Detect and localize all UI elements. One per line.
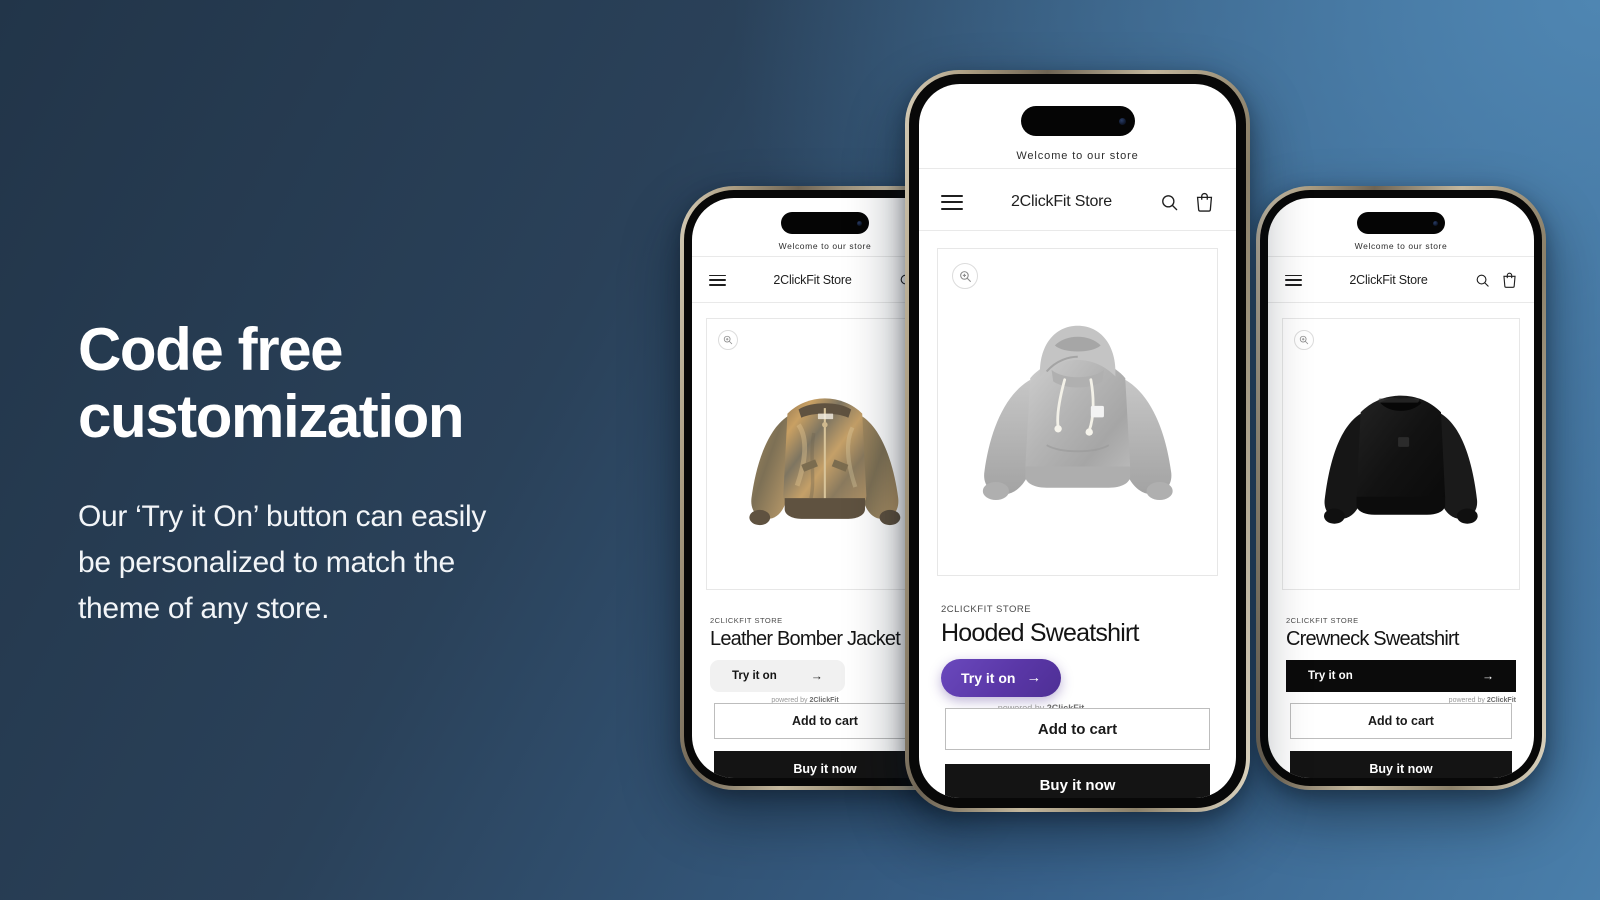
- announcement-bar: Welcome to our store: [1354, 241, 1448, 251]
- phone-mockup-center: Welcome to our store 2ClickFit Store 2CL…: [905, 70, 1250, 812]
- hero-copy: Code free customization Our ‘Try it On’ …: [78, 316, 678, 632]
- store-header: 2ClickFit Store: [1268, 258, 1534, 302]
- divider: [919, 168, 1236, 169]
- product-info: 2CLICKFIT STORE Hooded Sweatshirt Try it…: [941, 604, 1214, 713]
- search-icon[interactable]: [1160, 193, 1179, 212]
- add-to-cart-button[interactable]: Add to cart: [1290, 703, 1512, 739]
- store-name: 2ClickFit Store: [1010, 193, 1113, 210]
- zoom-in-icon[interactable]: [718, 330, 738, 350]
- phone-bezel: Welcome to our store 2ClickFit Store 2CL…: [1260, 190, 1542, 786]
- divider: [1268, 256, 1534, 257]
- product-gallery: [937, 248, 1218, 576]
- divider: [919, 230, 1236, 231]
- add-to-cart-button[interactable]: Add to cart: [714, 703, 936, 739]
- divider: [1268, 302, 1534, 303]
- store-name: 2ClickFit Store: [773, 273, 852, 287]
- dynamic-island: [781, 212, 869, 234]
- dynamic-island: [1357, 212, 1445, 234]
- buy-it-now-button[interactable]: Buy it now: [1290, 751, 1512, 778]
- hamburger-icon[interactable]: [709, 274, 726, 286]
- product-gallery: [1282, 318, 1520, 590]
- try-it-on-button[interactable]: Try it on →: [1286, 660, 1516, 692]
- page-title: Code free customization: [78, 316, 465, 451]
- product-image-black-crewneck-sweatshirt: [1283, 319, 1519, 589]
- hamburger-icon[interactable]: [941, 194, 963, 210]
- phone-bezel: Welcome to our store 2ClickFit Store 2CL…: [909, 74, 1246, 808]
- cart-icon[interactable]: [1502, 272, 1517, 288]
- try-it-on-label: Try it on: [732, 670, 777, 682]
- arrow-right-icon: →: [1481, 669, 1494, 683]
- arrow-right-icon: →: [1026, 670, 1042, 686]
- cart-icon[interactable]: [1195, 192, 1214, 212]
- arrow-right-icon: →: [810, 669, 823, 683]
- phone-screen-center: Welcome to our store 2ClickFit Store 2CL…: [919, 84, 1236, 798]
- announcement-bar: Welcome to our store: [1016, 150, 1139, 162]
- product-title: Hooded Sweatshirt: [941, 619, 1139, 647]
- header-icons: [1160, 192, 1214, 212]
- search-icon[interactable]: [1475, 273, 1490, 288]
- product-title: Crewneck Sweatshirt: [1286, 628, 1459, 650]
- front-camera-icon: [1433, 220, 1438, 226]
- front-camera-icon: [857, 220, 862, 226]
- product-vendor: 2CLICKFIT STORE: [1286, 616, 1359, 625]
- buy-it-now-button[interactable]: Buy it now: [945, 764, 1210, 798]
- store-header: 2ClickFit Store: [919, 174, 1236, 230]
- zoom-in-icon[interactable]: [952, 263, 978, 289]
- try-it-on-label: Try it on: [961, 670, 1016, 686]
- phone-mockup-right: Welcome to our store 2ClickFit Store 2CL…: [1256, 186, 1546, 790]
- product-image-grey-hooded-sweatshirt: [938, 249, 1217, 575]
- front-camera-icon: [1118, 117, 1126, 125]
- header-icons: [1475, 272, 1517, 288]
- store-name: 2ClickFit Store: [1349, 273, 1428, 287]
- product-vendor: 2CLICKFIT STORE: [941, 604, 1032, 615]
- hamburger-icon[interactable]: [1285, 274, 1302, 286]
- dynamic-island: [1020, 106, 1135, 136]
- try-it-on-button[interactable]: Try it on →: [710, 660, 845, 692]
- buy-it-now-button[interactable]: Buy it now: [714, 751, 936, 778]
- try-it-on-button[interactable]: Try it on →: [941, 659, 1062, 697]
- phone-screen-right: Welcome to our store 2ClickFit Store 2CL…: [1268, 198, 1534, 778]
- try-it-on-label: Try it on: [1308, 670, 1353, 682]
- product-info: 2CLICKFIT STORE Crewneck Sweatshirt Try …: [1286, 616, 1516, 704]
- hero-subcopy: Our ‘Try it On’ button can easily be per…: [78, 500, 487, 626]
- add-to-cart-button[interactable]: Add to cart: [945, 708, 1210, 750]
- zoom-in-icon[interactable]: [1294, 330, 1314, 350]
